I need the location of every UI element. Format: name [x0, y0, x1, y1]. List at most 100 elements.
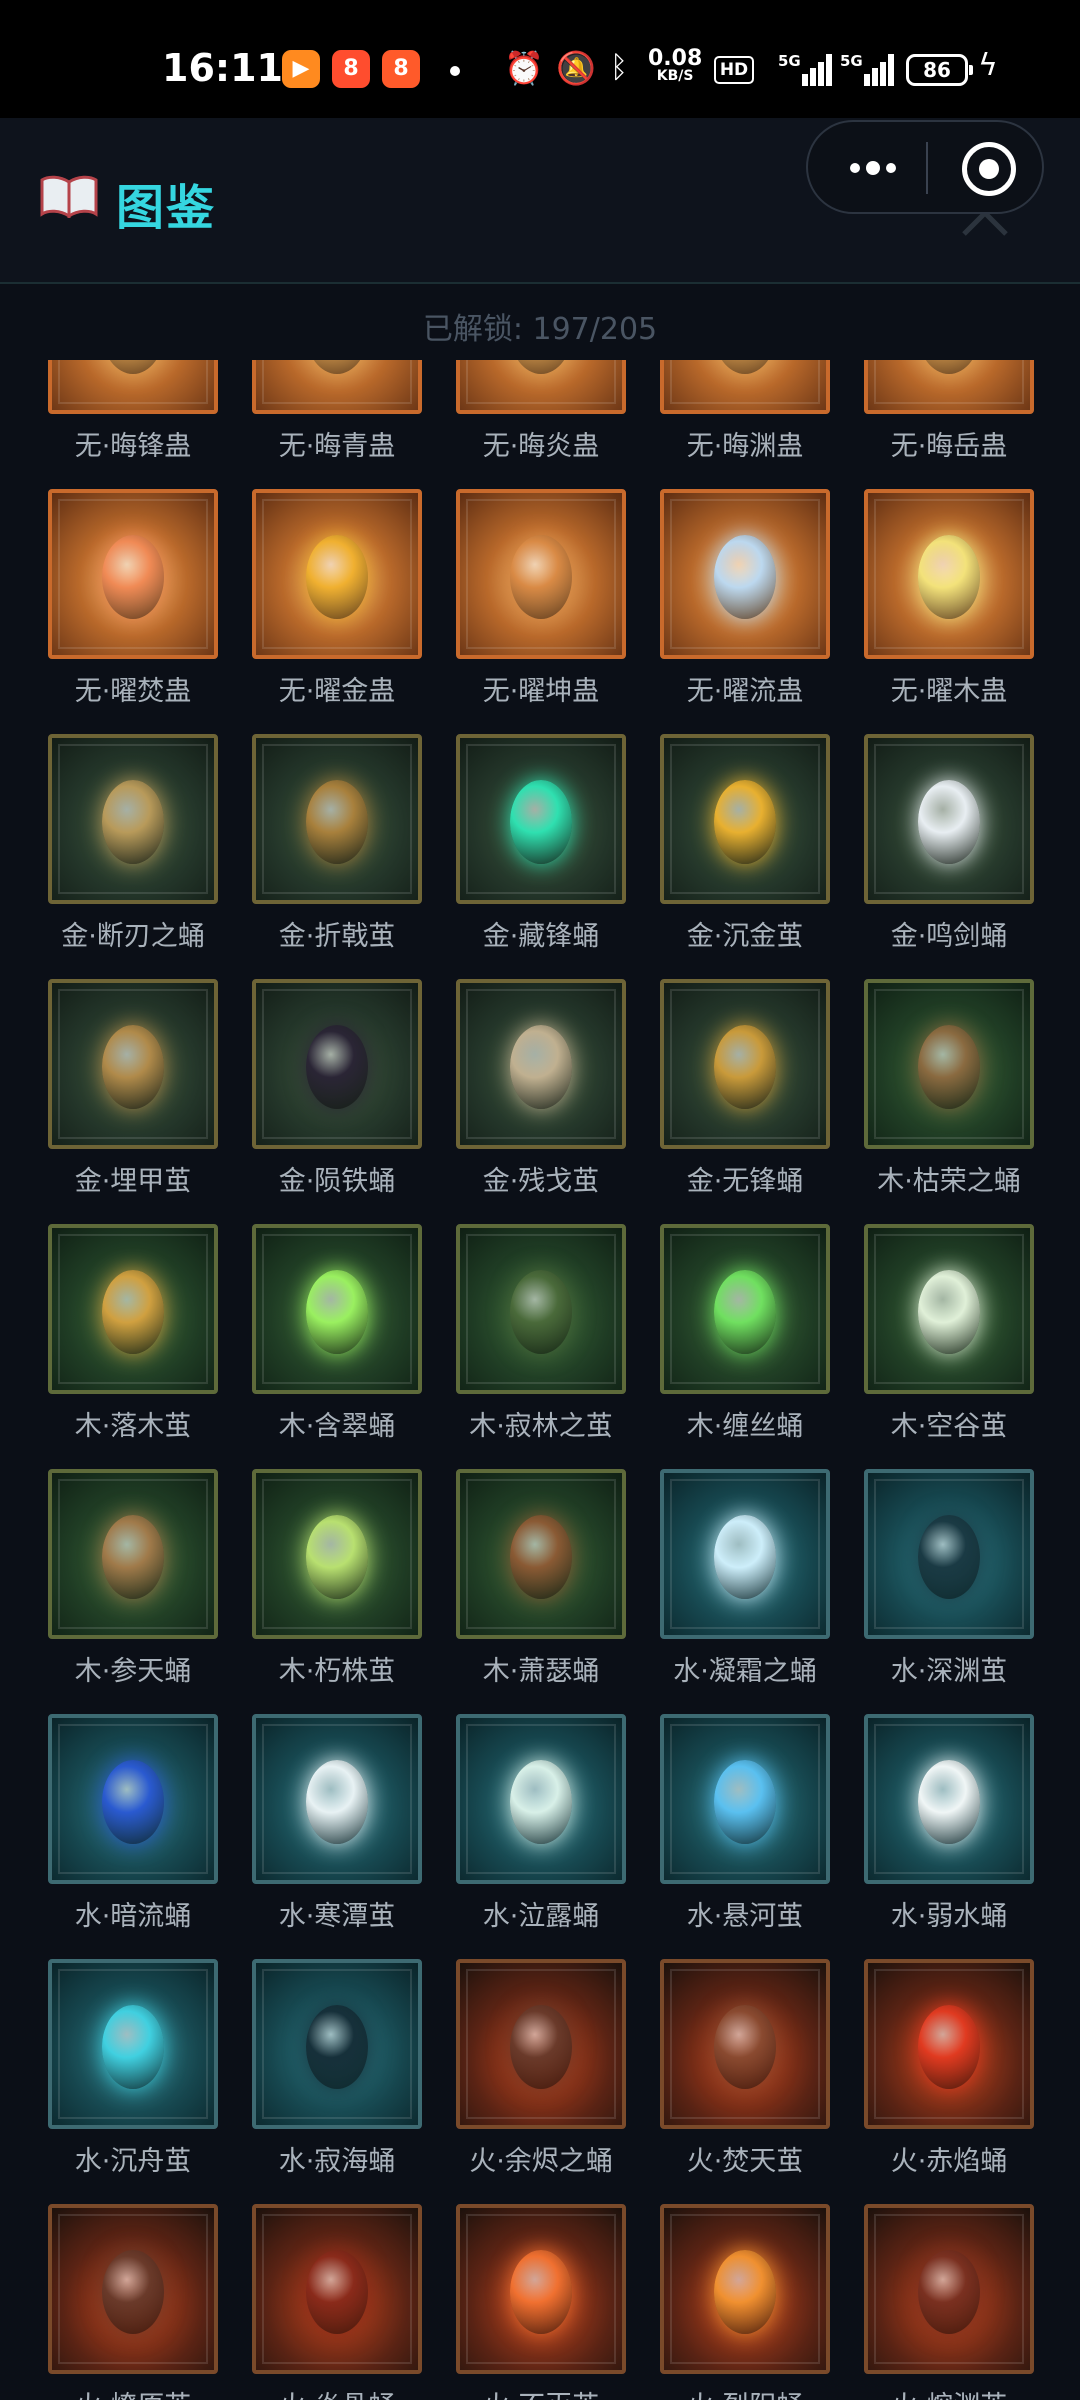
collection-item[interactable]: 水·寒潭茧: [252, 1714, 422, 1932]
item-thumbnail: [252, 734, 422, 904]
item-name: 水·弱水蛹: [890, 1901, 1008, 1932]
item-thumbnail: [864, 1959, 1034, 2129]
cocoon-image: [918, 2250, 980, 2335]
item-name: 木·空谷茧: [890, 1411, 1008, 1442]
item-name: 水·深渊茧: [890, 1656, 1008, 1687]
item-thumbnail: [252, 1714, 422, 1884]
collection-item[interactable]: 无·晦渊蛊: [660, 360, 830, 462]
miniprogram-capsule: [806, 120, 1044, 214]
cocoon-image: [102, 1025, 164, 1110]
cocoon-image: [918, 2005, 980, 2090]
bluetooth-icon: ᛒ: [610, 50, 628, 85]
collection-item[interactable]: 无·曜金蛊: [252, 489, 422, 707]
signal-icon-1: 5G: [778, 52, 832, 86]
item-name: 火·熔渊茧: [844, 2384, 1054, 2400]
collection-item[interactable]: 无·曜木蛊: [864, 489, 1034, 707]
cocoon-image: [102, 2005, 164, 2090]
item-name: 金·残戈茧: [482, 1166, 600, 1197]
item-name: 水·寒潭茧: [278, 1901, 396, 1932]
mute-icon: 🔕: [556, 49, 596, 87]
collection-item[interactable]: 无·曜焚蛊: [48, 489, 218, 707]
network-speed: 0.08 KB/S: [648, 48, 702, 85]
collection-item[interactable]: 水·寂海蛹: [252, 1959, 422, 2177]
signal-icon-2: 5G: [840, 52, 894, 86]
item-name: 水·泣露蛹: [482, 1901, 600, 1932]
item-thumbnail: [48, 1469, 218, 1639]
collection-item[interactable]: 水·泣露蛹: [456, 1714, 626, 1932]
collection-item[interactable]: 火·熔渊茧: [864, 2204, 1034, 2400]
collection-item[interactable]: 无·曜坤蛊: [456, 489, 626, 707]
item-thumbnail: [456, 489, 626, 659]
collection-item[interactable]: 火·余烬之蛹: [456, 1959, 626, 2177]
cocoon-image: [306, 535, 368, 620]
item-thumbnail: [252, 360, 422, 414]
collection-item[interactable]: 火·赤焰蛹: [864, 1959, 1034, 2177]
collection-item[interactable]: 金·沉金茧: [660, 734, 830, 952]
collection-item[interactable]: 金·埋甲茧: [48, 979, 218, 1197]
item-thumbnail: [660, 360, 830, 414]
collection-item[interactable]: 木·枯荣之蛹: [864, 979, 1034, 1197]
cocoon-image: [102, 1760, 164, 1845]
battery-icon: 86: [906, 54, 973, 86]
collection-item[interactable]: 水·悬河茧: [660, 1714, 830, 1932]
collection-item[interactable]: 金·无锋蛹: [660, 979, 830, 1197]
collection-item[interactable]: 水·深渊茧: [864, 1469, 1034, 1687]
collection-item[interactable]: 火·不灭茧: [456, 2204, 626, 2400]
cocoon-image: [102, 2250, 164, 2335]
collection-item[interactable]: 木·寂林之茧: [456, 1224, 626, 1442]
collection-item[interactable]: 水·弱水蛹: [864, 1714, 1034, 1932]
collection-item[interactable]: 木·萧瑟蛹: [456, 1469, 626, 1687]
book-icon: [40, 175, 98, 218]
item-thumbnail: [48, 734, 218, 904]
collection-item[interactable]: 火·燎原茧: [48, 2204, 218, 2400]
collection-item[interactable]: 无·晦青蛊: [252, 360, 422, 462]
collection-item[interactable]: 水·凝霜之蛹: [660, 1469, 830, 1687]
collection-item[interactable]: 火·烈阳蛹: [660, 2204, 830, 2400]
collection-item[interactable]: 木·缠丝蛹: [660, 1224, 830, 1442]
collection-item[interactable]: 火·炎骨蛹: [252, 2204, 422, 2400]
item-name: 木·含翠蛹: [278, 1411, 396, 1442]
item-name: 金·藏锋蛹: [482, 921, 600, 952]
item-thumbnail: [456, 360, 626, 414]
game-app-icon-2: 8: [382, 50, 420, 88]
cocoon-image: [714, 780, 776, 865]
cocoon-image: [714, 2005, 776, 2090]
item-thumbnail: [864, 734, 1034, 904]
item-name: 无·晦炎蛊: [482, 431, 600, 462]
collection-item[interactable]: 火·焚天茧: [660, 1959, 830, 2177]
collection-grid[interactable]: 无·晦锋蛊 无·晦青蛊 无·晦炎蛊 无·晦渊蛊 无·晦岳蛊无·曜焚蛊 无·曜金蛊 无·曜坤蛊…: [0, 360, 1080, 2400]
collection-item[interactable]: 无·晦炎蛊: [456, 360, 626, 462]
item-thumbnail: [252, 2204, 422, 2374]
collection-item[interactable]: 金·断刃之蛹: [48, 734, 218, 952]
item-thumbnail: [456, 734, 626, 904]
cocoon-image: [714, 1270, 776, 1355]
collection-item[interactable]: 水·沉舟茧: [48, 1959, 218, 2177]
collection-item[interactable]: 金·折戟茧: [252, 734, 422, 952]
cocoon-image: [714, 2250, 776, 2335]
exit-miniprogram-button[interactable]: [962, 142, 1016, 196]
collection-item[interactable]: 金·鸣剑蛹: [864, 734, 1034, 952]
collection-item[interactable]: 无·晦岳蛊: [864, 360, 1034, 462]
collection-item[interactable]: 金·残戈茧: [456, 979, 626, 1197]
cocoon-image: [306, 1760, 368, 1845]
item-name: 木·参天蛹: [74, 1656, 192, 1687]
more-options-button[interactable]: [836, 144, 936, 192]
item-thumbnail: [864, 360, 1034, 414]
item-thumbnail: [252, 1469, 422, 1639]
collection-item[interactable]: 木·空谷茧: [864, 1224, 1034, 1442]
item-name: 水·暗流蛹: [74, 1901, 192, 1932]
collection-item[interactable]: 木·含翠蛹: [252, 1224, 422, 1442]
collection-item[interactable]: 水·暗流蛹: [48, 1714, 218, 1932]
item-thumbnail: [456, 1959, 626, 2129]
collection-item[interactable]: 金·藏锋蛹: [456, 734, 626, 952]
collection-item[interactable]: 无·曜流蛊: [660, 489, 830, 707]
collection-item[interactable]: 木·落木茧: [48, 1224, 218, 1442]
collection-item[interactable]: 木·朽株茧: [252, 1469, 422, 1687]
collection-item[interactable]: 金·陨铁蛹: [252, 979, 422, 1197]
collection-item[interactable]: 木·参天蛹: [48, 1469, 218, 1687]
status-time: 16:11: [162, 46, 283, 90]
item-name: 木·缠丝蛹: [686, 1411, 804, 1442]
item-thumbnail: [48, 2204, 218, 2374]
collection-item[interactable]: 无·晦锋蛊: [48, 360, 218, 462]
cocoon-image: [306, 1025, 368, 1110]
